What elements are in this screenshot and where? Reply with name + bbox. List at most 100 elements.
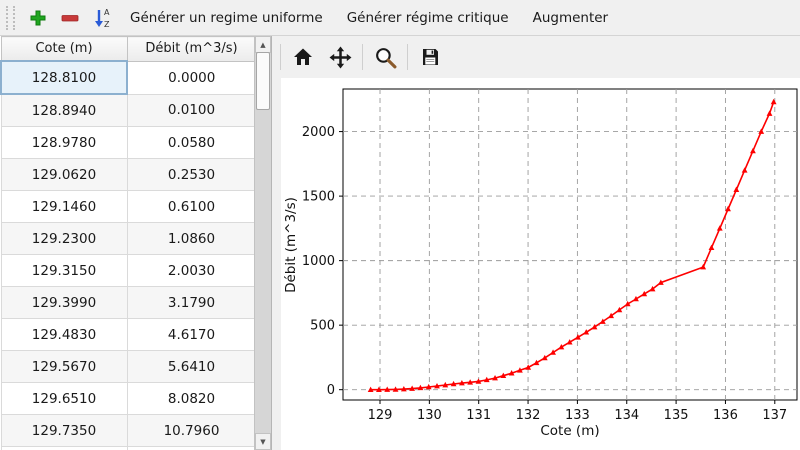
table-cell[interactable]: 128.9780 bbox=[1, 127, 127, 159]
plot-panel: 2000150010005000137136135134133132131130… bbox=[272, 36, 800, 450]
table-row: 129.06200.2530 bbox=[1, 159, 256, 191]
data-point-marker bbox=[700, 264, 706, 269]
data-point-marker bbox=[709, 245, 715, 250]
table-cell[interactable]: 129.7350 bbox=[1, 415, 127, 447]
y-tick-label: 2000 bbox=[302, 125, 335, 140]
table-cell[interactable]: 129.1460 bbox=[1, 191, 127, 223]
data-point-marker bbox=[733, 187, 739, 192]
table-cell[interactable]: 8.0820 bbox=[127, 383, 256, 415]
table-row: 129.31502.0030 bbox=[1, 255, 256, 287]
y-tick-label: 0 bbox=[327, 383, 335, 398]
table-cell[interactable]: 129.3990 bbox=[1, 287, 127, 319]
floppy-icon bbox=[419, 46, 441, 68]
table-cell[interactable]: 0.2530 bbox=[127, 159, 256, 191]
plot-canvas[interactable]: 2000150010005000137136135134133132131130… bbox=[281, 78, 800, 450]
figure-canvas[interactable]: 2000150010005000137136135134133132131130… bbox=[281, 78, 800, 450]
scroll-down-button[interactable]: ▼ bbox=[255, 433, 271, 450]
x-tick-label: 135 bbox=[664, 408, 689, 423]
table-cell[interactable]: 128.8100 bbox=[1, 61, 127, 94]
table-cell[interactable]: 129.0620 bbox=[1, 159, 127, 191]
column-header-cote[interactable]: Cote (m) bbox=[1, 37, 127, 62]
data-point-marker bbox=[771, 99, 777, 104]
minus-icon bbox=[60, 8, 80, 28]
x-tick-label: 132 bbox=[516, 408, 541, 423]
x-tick-label: 136 bbox=[713, 408, 738, 423]
table-cell[interactable]: 4.6170 bbox=[127, 319, 256, 351]
x-tick-label: 129 bbox=[368, 408, 393, 423]
table-cell[interactable]: 2.0030 bbox=[127, 255, 256, 287]
y-axis-label: Débit (m^3/s) bbox=[283, 197, 299, 293]
x-tick-label: 134 bbox=[614, 408, 639, 423]
table-cell[interactable]: 3.1790 bbox=[127, 287, 256, 319]
scrollbar-thumb[interactable] bbox=[256, 52, 270, 110]
table-cell[interactable]: 129.5670 bbox=[1, 351, 127, 383]
data-point-marker bbox=[717, 225, 723, 230]
data-point-marker bbox=[767, 110, 773, 115]
table-scrollbar[interactable]: ▲ ▼ bbox=[254, 36, 271, 450]
table-cell[interactable]: 129.4830 bbox=[1, 319, 127, 351]
table-row: 129.819013.8680 bbox=[1, 447, 256, 450]
augment-button[interactable]: Augmenter bbox=[522, 4, 620, 32]
toolbar-separator bbox=[280, 44, 281, 70]
data-point-marker bbox=[750, 148, 756, 153]
data-point-marker bbox=[725, 206, 731, 211]
rating-curve-table: Cote (m) Débit (m^3/s) 128.81000.0000128… bbox=[0, 36, 257, 450]
table-cell[interactable]: 129.8190 bbox=[1, 447, 127, 450]
table-cell[interactable]: 129.3150 bbox=[1, 255, 127, 287]
table-body: 128.81000.0000128.89400.0100128.97800.05… bbox=[1, 61, 256, 450]
scroll-up-button[interactable]: ▲ bbox=[255, 36, 271, 53]
table-cell[interactable]: 5.6410 bbox=[127, 351, 256, 383]
plot-toolbar bbox=[272, 36, 800, 78]
add-row-button[interactable] bbox=[23, 4, 53, 32]
table-cell[interactable]: 129.6510 bbox=[1, 383, 127, 415]
table-row: 129.56705.6410 bbox=[1, 351, 256, 383]
table-cell[interactable]: 1.0860 bbox=[127, 223, 256, 255]
magnifier-icon bbox=[374, 46, 397, 69]
x-tick-label: 130 bbox=[417, 408, 442, 423]
table-row: 129.14600.6100 bbox=[1, 191, 256, 223]
table-cell[interactable]: 0.6100 bbox=[127, 191, 256, 223]
main-toolbar: A Z Générer un regime uniforme Générer r… bbox=[0, 0, 800, 36]
table-row: 128.89400.0100 bbox=[1, 94, 256, 127]
home-icon bbox=[292, 46, 314, 68]
table-cell[interactable]: 10.7960 bbox=[127, 415, 256, 447]
table-row: 129.48304.6170 bbox=[1, 319, 256, 351]
toolbar-separator bbox=[407, 44, 408, 70]
remove-row-button[interactable] bbox=[55, 4, 85, 32]
svg-text:Z: Z bbox=[104, 20, 110, 29]
x-tick-label: 133 bbox=[565, 408, 590, 423]
toolbar-separator bbox=[362, 44, 363, 70]
x-tick-label: 137 bbox=[762, 408, 787, 423]
y-tick-label: 500 bbox=[310, 319, 335, 334]
axes-spines bbox=[343, 89, 797, 400]
generate-uniform-regime-button[interactable]: Générer un regime uniforme bbox=[119, 4, 334, 32]
pan-arrows-icon bbox=[329, 46, 352, 69]
table-row: 129.23001.0860 bbox=[1, 223, 256, 255]
table-row: 129.65108.0820 bbox=[1, 383, 256, 415]
y-tick-label: 1500 bbox=[302, 190, 335, 205]
plus-icon bbox=[28, 8, 48, 28]
table-cell[interactable]: 13.8680 bbox=[127, 447, 256, 450]
x-axis-label: Cote (m) bbox=[540, 423, 599, 439]
y-tick-label: 1000 bbox=[302, 254, 335, 269]
plot-save-button[interactable] bbox=[415, 42, 445, 72]
table-row: 128.81000.0000 bbox=[1, 61, 256, 94]
plot-home-button[interactable] bbox=[288, 42, 318, 72]
table-cell[interactable]: 0.0000 bbox=[127, 61, 256, 94]
svg-text:A: A bbox=[104, 8, 110, 17]
sort-button[interactable]: A Z bbox=[87, 4, 117, 32]
table-row: 129.39903.1790 bbox=[1, 287, 256, 319]
table-cell[interactable]: 0.0580 bbox=[127, 127, 256, 159]
plot-zoom-button[interactable] bbox=[370, 42, 400, 72]
generate-critical-regime-button[interactable]: Générer régime critique bbox=[336, 4, 520, 32]
table-cell[interactable]: 129.2300 bbox=[1, 223, 127, 255]
data-point-marker bbox=[742, 167, 748, 172]
plot-pan-button[interactable] bbox=[325, 42, 355, 72]
column-header-debit[interactable]: Débit (m^3/s) bbox=[127, 37, 256, 62]
table-cell[interactable]: 128.8940 bbox=[1, 94, 127, 127]
rating-curve-table-panel: Cote (m) Débit (m^3/s) 128.81000.0000128… bbox=[0, 36, 272, 450]
table-row: 129.735010.7960 bbox=[1, 415, 256, 447]
toolbar-grip-handle[interactable] bbox=[6, 6, 15, 30]
sort-az-icon: A Z bbox=[92, 7, 112, 29]
table-cell[interactable]: 0.0100 bbox=[127, 94, 256, 127]
